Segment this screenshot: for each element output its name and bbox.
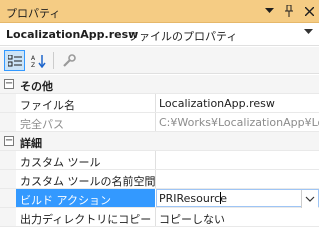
window-options-dropdown-icon[interactable] xyxy=(261,3,277,19)
property-name: カスタム ツールの名前空間 xyxy=(20,175,156,188)
svg-text:Z: Z xyxy=(31,62,35,68)
category-label: その他 xyxy=(20,80,53,93)
toolbar-separator xyxy=(53,52,54,69)
collapse-icon[interactable]: − xyxy=(4,136,14,146)
property-row-build-action[interactable]: ビルド アクション PRIResource xyxy=(0,189,319,208)
property-grid: − その他 ファイル名 LocalizationApp.resw 完全パス C:… xyxy=(0,75,319,242)
collapse-icon[interactable]: − xyxy=(4,79,14,89)
build-action-value[interactable]: PRIResource xyxy=(159,192,319,205)
property-row-file-name[interactable]: ファイル名 LocalizationApp.resw xyxy=(0,94,319,113)
column-divider[interactable] xyxy=(155,113,156,131)
properties-titlebar: プロパティ xyxy=(0,0,319,23)
property-value[interactable]: コピーしない xyxy=(159,211,319,227)
property-row-custom-tool[interactable]: カスタム ツール xyxy=(0,151,319,170)
object-selector[interactable]: LocalizationApp.resw ファイルのプロパティ xyxy=(0,24,319,46)
alphabetical-sort-icon[interactable]: A Z xyxy=(28,50,49,71)
property-row-custom-tool-namespace[interactable]: カスタム ツールの名前空間 xyxy=(0,170,319,189)
object-type: ファイルのプロパティ xyxy=(128,30,238,43)
column-divider[interactable] xyxy=(155,208,156,226)
row-gutter xyxy=(0,94,16,112)
row-gutter xyxy=(0,189,16,207)
column-divider[interactable] xyxy=(155,94,156,112)
property-name: ファイル名 xyxy=(20,99,75,112)
property-name: ビルド アクション xyxy=(20,194,111,207)
category-label: 詳細 xyxy=(20,137,42,150)
column-divider[interactable] xyxy=(155,170,156,188)
properties-toolbar: A Z xyxy=(0,47,319,74)
property-value: C:¥Works¥LocalizationApp¥Lo xyxy=(159,116,319,129)
property-row-full-path[interactable]: 完全パス C:¥Works¥LocalizationApp¥Lo xyxy=(0,113,319,132)
property-name: カスタム ツール xyxy=(20,156,101,169)
svg-text:A: A xyxy=(31,55,36,62)
pin-icon[interactable] xyxy=(281,3,297,19)
close-icon[interactable] xyxy=(301,3,317,19)
row-gutter xyxy=(0,151,16,169)
property-row-copy-to-output[interactable]: 出力ディレクトリにコピー コピーしない xyxy=(0,208,319,227)
row-gutter xyxy=(0,208,16,226)
property-name: 完全パス xyxy=(20,118,64,131)
chevron-down-icon[interactable] xyxy=(304,28,313,38)
property-value[interactable]: LocalizationApp.resw xyxy=(159,97,319,110)
wrench-icon xyxy=(58,50,79,71)
window-title: プロパティ xyxy=(6,7,61,20)
row-gutter xyxy=(0,170,16,188)
category-misc[interactable]: − その他 xyxy=(0,75,319,94)
text-caret xyxy=(220,192,221,204)
row-gutter xyxy=(0,113,16,131)
property-name: 出力ディレクトリにコピー xyxy=(20,213,152,226)
category-advanced[interactable]: − 詳細 xyxy=(0,132,319,151)
column-divider[interactable] xyxy=(155,151,156,169)
categorized-view-icon[interactable] xyxy=(4,50,25,71)
object-name: LocalizationApp.resw xyxy=(6,28,139,41)
